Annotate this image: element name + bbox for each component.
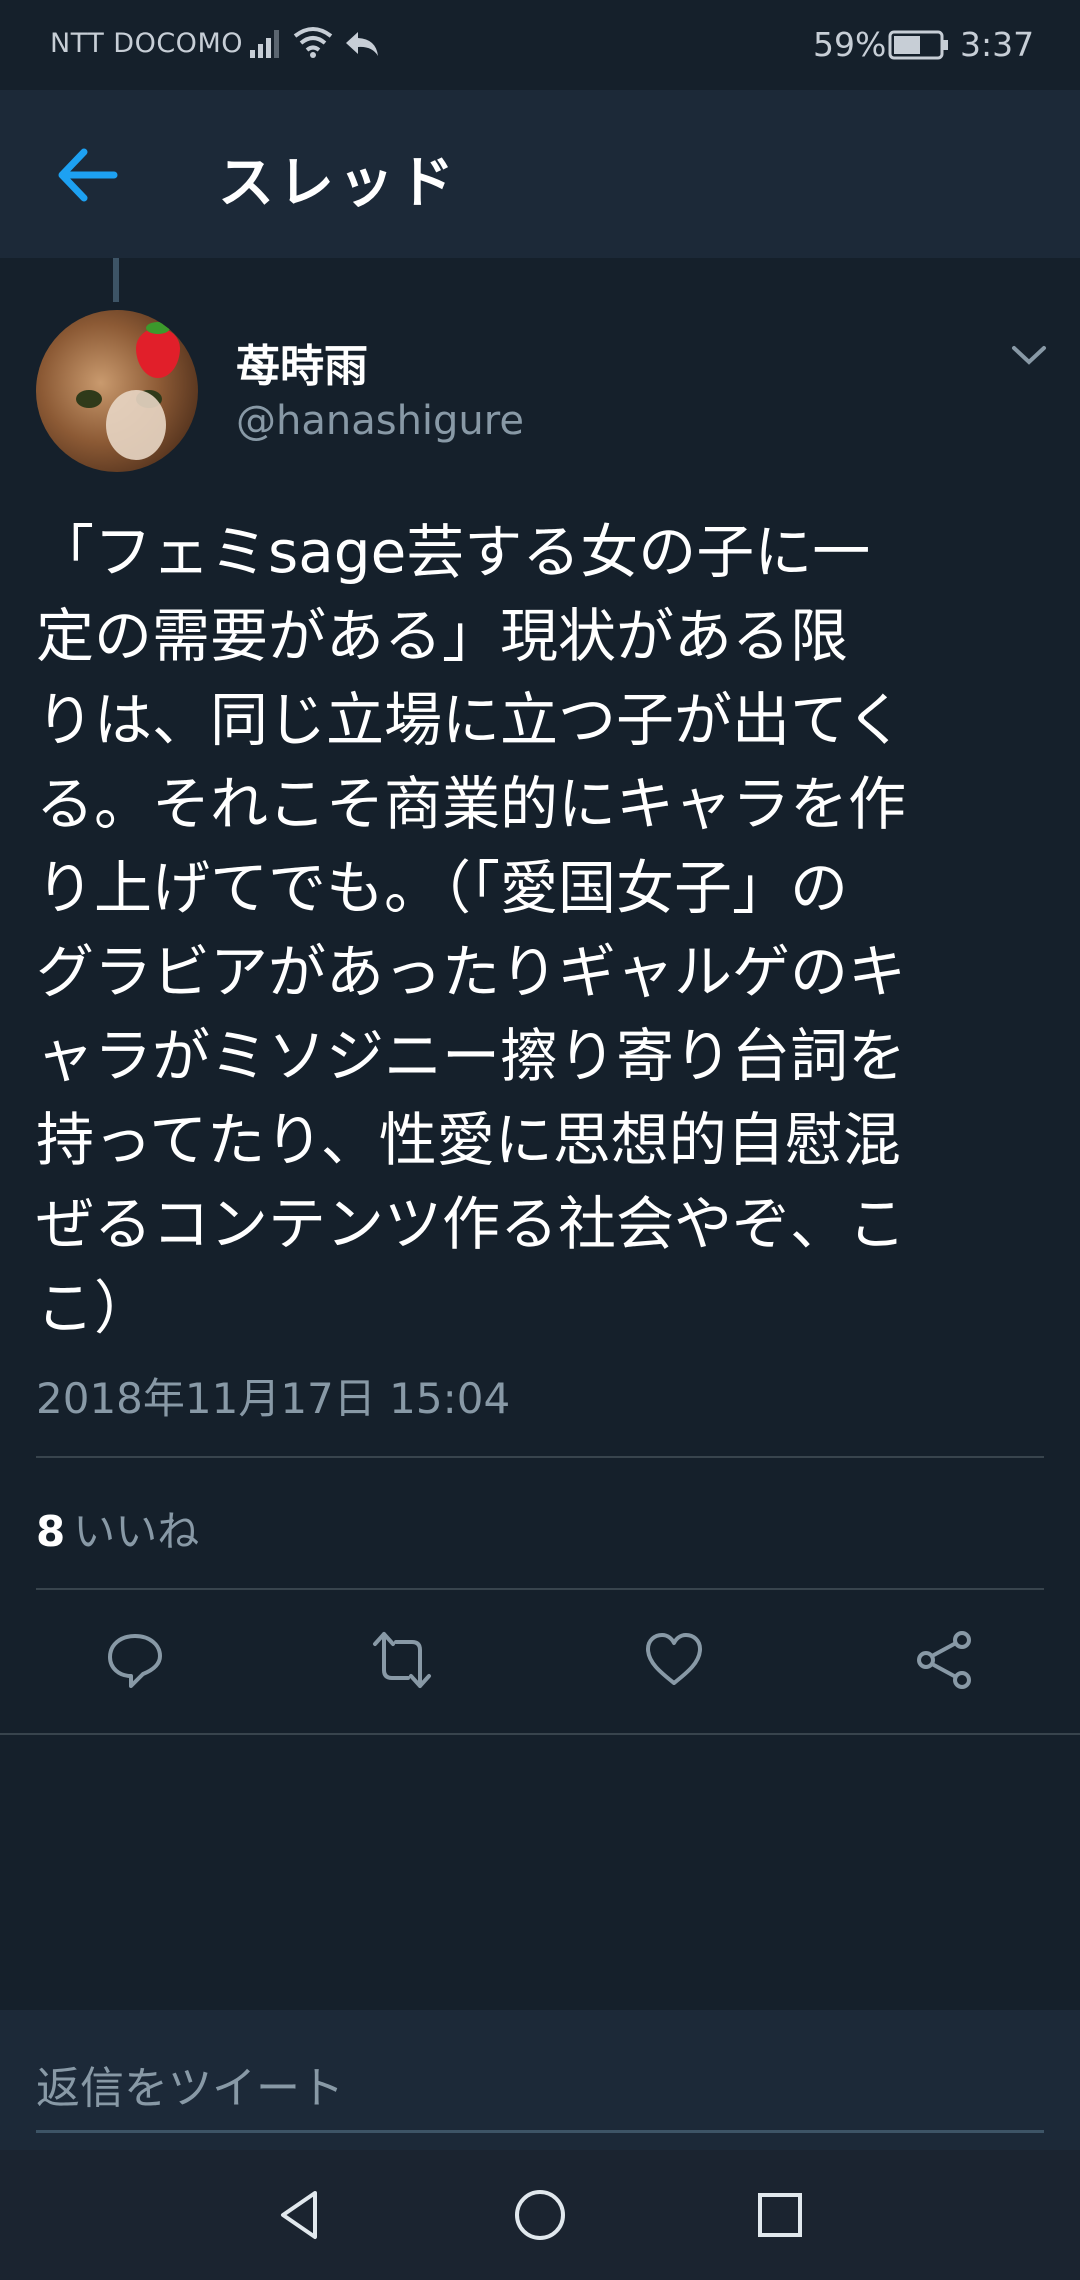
divider	[0, 1733, 1080, 1735]
divider	[36, 1456, 1044, 1458]
tweet-text: 「フェミsage芸する女の子に一 定の需要がある」現状がある限 りは、同じ立場に…	[36, 518, 907, 1342]
tweet-timestamp[interactable]: 2018年11月17日 15:04	[36, 1365, 510, 1426]
arrow-left-icon[interactable]	[52, 140, 122, 210]
strawberry-icon	[136, 328, 180, 378]
avatar-face	[106, 390, 166, 460]
reply-bar: 返信をツイート	[0, 2010, 1080, 2150]
reply-input-underline	[36, 2130, 1044, 2133]
home-circle-icon[interactable]	[510, 2185, 570, 2245]
retweet-icon[interactable]	[372, 1630, 432, 1690]
page-title: スレッド	[218, 151, 458, 216]
battery-percent: 59%	[813, 25, 887, 64]
wifi-icon	[293, 27, 333, 58]
status-bar: NTT DOCOMO 59% 3:37	[0, 0, 1080, 90]
divider	[36, 1588, 1044, 1590]
chevron-down-icon[interactable]	[1010, 340, 1048, 370]
share-icon[interactable]	[915, 1630, 975, 1690]
author-name[interactable]: 苺時雨	[236, 330, 368, 394]
recents-square-icon[interactable]	[750, 2185, 810, 2245]
reply-input[interactable]: 返信をツイート	[36, 2052, 344, 2116]
like-icon[interactable]	[644, 1630, 704, 1690]
strawberry-leaf	[146, 322, 170, 334]
reply-icon[interactable]	[105, 1630, 165, 1690]
avatar-eye	[76, 390, 102, 408]
avatar[interactable]	[36, 310, 198, 472]
author-handle[interactable]: @hanashigure	[236, 398, 524, 444]
likes-row[interactable]: 8 いいね	[36, 1498, 199, 1559]
reply-arrow-status-icon	[346, 32, 378, 56]
back-triangle-icon[interactable]	[270, 2185, 330, 2245]
thread-connector	[113, 258, 119, 302]
likes-count: 8	[36, 1507, 66, 1556]
battery-icon	[888, 30, 948, 60]
signal-icon	[250, 30, 279, 58]
carrier-label: NTT DOCOMO	[50, 28, 243, 59]
clock: 3:37	[960, 25, 1035, 64]
app-header: スレッド	[0, 90, 1080, 258]
likes-label: いいね	[73, 1507, 200, 1556]
system-nav-bar	[0, 2150, 1080, 2280]
